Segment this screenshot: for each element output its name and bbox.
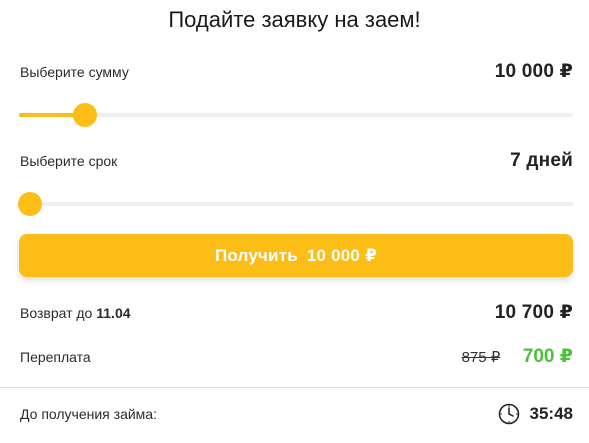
repayment-row: Возврат до 11.04 10 700 ₽	[20, 301, 573, 324]
get-loan-button[interactable]: Получить 10 000 ₽	[19, 234, 573, 277]
term-label: Выберите срок	[20, 153, 118, 169]
clock-icon	[498, 403, 519, 425]
overpayment-new-value: 700 ₽	[522, 346, 573, 367]
divider	[0, 387, 589, 388]
countdown-label: До получения займа:	[20, 406, 157, 422]
term-value: 7 дней	[510, 150, 573, 171]
loan-application-widget: Подайте заявку на заем! Выберите сумму 1…	[0, 0, 589, 443]
get-loan-button-amount: 10 000 ₽	[306, 245, 378, 265]
term-slider-handle[interactable]	[18, 192, 42, 216]
repayment-date: 11.04	[96, 304, 131, 321]
repayment-label-text: Возврат до	[20, 304, 93, 321]
countdown-row: До получения займа: 35:48	[20, 403, 573, 425]
term-slider-track[interactable]	[18, 202, 573, 206]
amount-value: 10 000 ₽	[494, 61, 573, 82]
amount-slider[interactable]	[19, 103, 573, 127]
amount-slider-track[interactable]	[19, 113, 573, 117]
amount-label: Выберите сумму	[20, 63, 129, 80]
repayment-label: Возврат до 11.04	[20, 305, 131, 321]
overpayment-label: Переплата	[20, 348, 91, 365]
get-loan-button-label: Получить	[214, 245, 298, 265]
amount-row: Выберите сумму 10 000 ₽	[20, 60, 573, 83]
overpayment-old-value: 875 ₽	[461, 349, 501, 366]
term-slider[interactable]	[18, 192, 573, 216]
page-title: Подайте заявку на заем!	[168, 7, 421, 32]
amount-slider-handle[interactable]	[73, 103, 98, 127]
overpayment-values: 875 ₽ 700 ₽	[462, 345, 573, 368]
countdown-timer: 35:48	[498, 403, 573, 425]
overpayment-row: Переплата 875 ₽ 700 ₽	[20, 345, 573, 368]
countdown-time: 35:48	[529, 404, 573, 423]
term-row: Выберите срок 7 дней	[20, 150, 573, 172]
repayment-value: 10 700 ₽	[494, 302, 573, 323]
